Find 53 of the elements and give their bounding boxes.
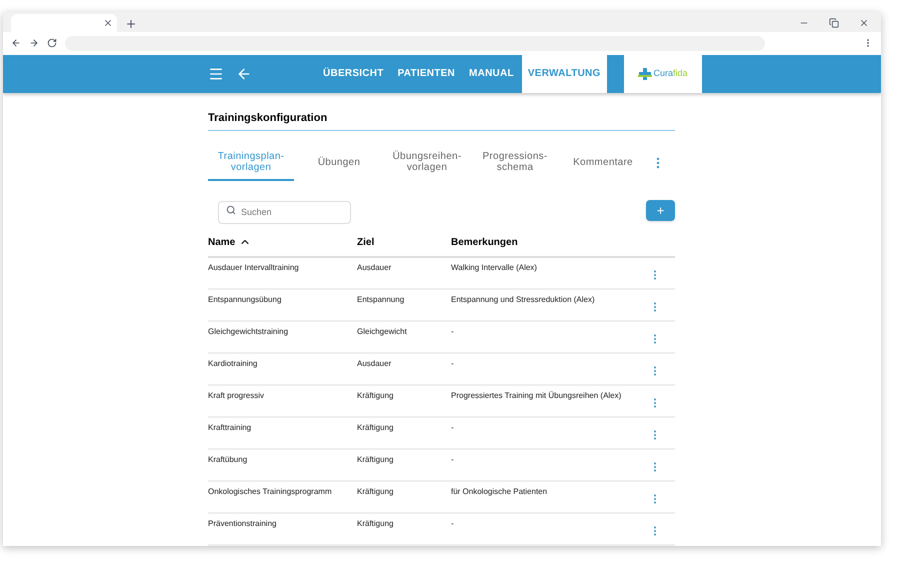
table-cell-text: Kräftigung <box>357 518 394 530</box>
back-icon[interactable] <box>11 38 21 48</box>
nav-tab[interactable]: MANUAL <box>463 55 520 93</box>
menu-icon[interactable] <box>208 66 224 82</box>
table-cell-text: Progressiertes Training mit Übungsreihen (Alex) <box>451 390 622 402</box>
column-header[interactable]: Ziel <box>357 234 451 250</box>
table-cell-text: Entspannungsübung <box>208 294 282 306</box>
tab[interactable]: Übungsreihen- vorlagen <box>384 145 470 182</box>
table-cell-text: Präventionstraining <box>208 518 278 530</box>
table-cell-text: Ausdauer <box>357 262 392 274</box>
tab[interactable]: Übungen <box>296 145 382 182</box>
table-cell-text: Kräftigung <box>357 390 394 402</box>
column-header[interactable]: Bemerkungen <box>451 234 518 250</box>
search-field[interactable]: Suchen <box>218 200 351 224</box>
column-header[interactable]: Name <box>208 234 236 250</box>
table-cell-text: Ausdauer Intervalltraining <box>208 262 300 274</box>
reload-icon[interactable] <box>47 38 57 48</box>
tab[interactable]: Trainingsplan- vorlagen <box>208 145 294 182</box>
close-icon[interactable] <box>103 18 113 28</box>
table-cell-text: Kraft progressiv <box>208 390 266 402</box>
close-window-icon[interactable] <box>859 18 869 28</box>
table-cell-text: Onkologisches Trainingsprogramm <box>208 486 333 498</box>
table-cell-text: - <box>451 422 455 434</box>
table-cell-text: Kräftigung <box>357 454 394 466</box>
nav-tab[interactable]: VERWALTUNG <box>522 55 607 93</box>
page-title: Trainingskonfiguration <box>208 110 675 132</box>
table-cell-text: Walking Intervalle (Alex) <box>451 262 538 274</box>
table-cell-text: Kräftigung <box>357 486 394 498</box>
add-button[interactable]: + <box>646 200 675 222</box>
new-tab-icon[interactable] <box>125 18 137 30</box>
cross-logo-icon <box>638 66 652 81</box>
restore-icon[interactable] <box>829 18 839 28</box>
table-cell-text: Kräftigung <box>357 422 394 434</box>
table-cell-text: Gleichgewicht <box>357 326 408 338</box>
table-cell-text: Gleichgewichtstraining <box>208 326 290 338</box>
nav-tab[interactable]: ÜBERSICHT <box>317 55 390 93</box>
tab[interactable]: Kommentare <box>560 145 646 182</box>
nav-tab[interactable]: PATIENTEN <box>392 55 462 93</box>
tab[interactable]: Progressions- schema <box>472 145 558 182</box>
table-cell-text: Kardiotraining <box>208 358 258 370</box>
table-cell-text: Entspannung <box>357 294 406 306</box>
table-cell-text: Entspannung und Stressreduktion (Alex) <box>451 294 596 306</box>
search-icon <box>226 205 236 216</box>
table-cell-text: Kraftübung <box>208 454 248 466</box>
table-cell-text: - <box>451 358 455 370</box>
table-cell-text: Krafttraining <box>208 422 252 434</box>
logo-text: Curafida <box>654 67 688 80</box>
table-cell-text: für Onkologische Patienten <box>451 486 548 498</box>
table-cell-text: - <box>451 518 455 530</box>
table-cell-text: Ausdauer <box>357 358 392 370</box>
table-cell-text: - <box>451 454 455 466</box>
forward-icon[interactable] <box>29 38 39 48</box>
table-cell-text: - <box>451 326 455 338</box>
